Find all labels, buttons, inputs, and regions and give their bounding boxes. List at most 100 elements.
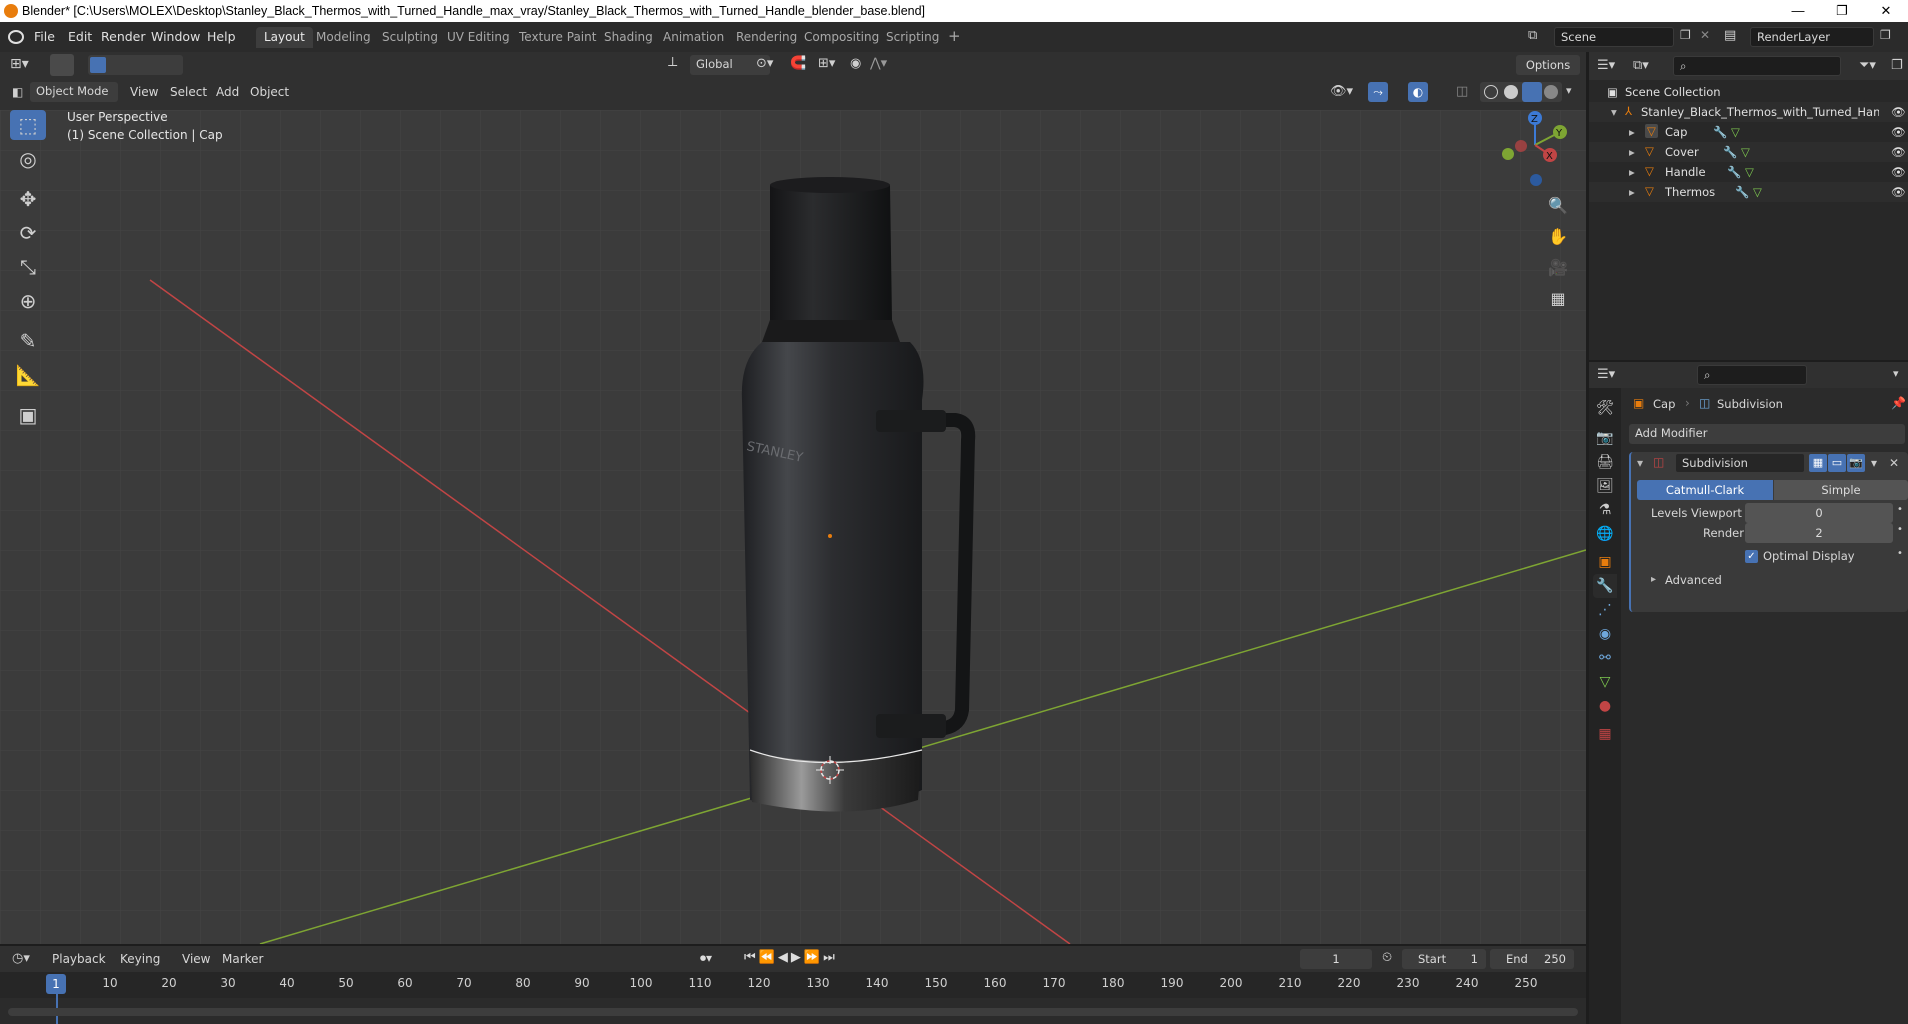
new-collection-icon[interactable]: ❐ (1891, 58, 1903, 73)
tab-texture-paint[interactable]: Texture Paint (511, 27, 604, 48)
optimal-display-checkbox[interactable]: ✓ (1745, 550, 1758, 563)
minimize-button[interactable]: — (1776, 1, 1820, 21)
outliner-row-handle[interactable]: ▸ ▽ Handle 🔧 ▽ 👁 (1589, 162, 1908, 182)
edit-mode-toggle-icon[interactable]: ▦ (1809, 454, 1827, 472)
collapse-arrow-icon[interactable]: ▾ (1637, 456, 1643, 470)
menu-window[interactable]: Window (151, 29, 200, 44)
start-frame-field[interactable]: Start 1 (1402, 949, 1486, 969)
options-dropdown[interactable]: Options (1516, 55, 1580, 75)
modifier-tab[interactable]: 🔧 (1593, 574, 1617, 598)
tab-uv-editing[interactable]: UV Editing (439, 27, 518, 48)
texture-tab[interactable]: ▦ (1593, 722, 1617, 746)
data-tab[interactable]: ▽ (1593, 670, 1617, 694)
scene-tab[interactable]: ⚗ (1593, 498, 1617, 522)
measure-tool[interactable]: 📐 (10, 360, 46, 390)
snap-target-icon[interactable]: ⊞▾ (818, 56, 835, 71)
jump-end-icon[interactable]: ⏭ (823, 950, 838, 965)
visibility-eye-icon[interactable]: 👁 (1891, 125, 1906, 139)
add-workspace-button[interactable]: + (940, 27, 969, 48)
filter-icon[interactable]: ⏷▾ (1859, 58, 1876, 73)
levels-viewport-field[interactable]: 0 (1745, 503, 1893, 523)
tab-animation[interactable]: Animation (655, 27, 732, 48)
tab-compositing[interactable]: Compositing (796, 27, 887, 48)
visibility-eye-icon[interactable]: 👁 (1891, 165, 1906, 179)
select-tool-icon[interactable] (50, 54, 74, 76)
view-layer-selector[interactable]: RenderLayer (1750, 27, 1874, 47)
view-layer-icon[interactable]: ▤ (1724, 28, 1736, 43)
wireframe-shading-icon[interactable] (1484, 85, 1498, 99)
shading-options-icon[interactable]: ▾ (1566, 84, 1572, 97)
properties-search-input[interactable]: ⌕ (1697, 365, 1807, 385)
tool-tab[interactable]: 🛠 (1593, 396, 1617, 420)
new-view-layer-icon[interactable]: ❐ (1880, 28, 1891, 42)
outliner-row-collection[interactable]: ▾ ⅄ Stanley_Black_Thermos_with_Turned_Ha… (1589, 102, 1908, 122)
play-reverse-icon[interactable]: ◀ (778, 950, 791, 965)
snap-icon[interactable]: 🧲 (790, 56, 806, 71)
modifier-menu-icon[interactable]: ▾ (1871, 456, 1877, 470)
viewport-toggle-icon[interactable]: ▭ (1828, 454, 1846, 472)
zoom-button[interactable]: 🔍 (1543, 190, 1573, 220)
keyframe-dot-icon[interactable]: • (1897, 548, 1903, 559)
timeline-ruler[interactable]: 1 (0, 972, 1586, 1024)
mesh-data-icon[interactable]: ▽ (1745, 165, 1754, 179)
prev-keyframe-icon[interactable]: ⏪ (759, 950, 778, 965)
current-frame-field[interactable]: 1 (1300, 949, 1372, 969)
advanced-subpanel-label[interactable]: Advanced (1665, 573, 1722, 587)
jump-start-icon[interactable]: ⏮ (744, 950, 759, 965)
outliner-row-cap[interactable]: ▸ ▽ Cap 🔧 ▽ 👁 (1589, 122, 1908, 142)
tab-rendering[interactable]: Rendering (728, 27, 805, 48)
keyframe-dot-icon[interactable]: • (1897, 504, 1903, 515)
material-preview-icon[interactable] (1522, 82, 1542, 102)
maximize-button[interactable]: ❐ (1820, 1, 1864, 21)
render-toggle-icon[interactable]: 📷 (1847, 454, 1865, 472)
visibility-eye-icon[interactable]: 👁 (1891, 185, 1906, 199)
set-new-selection-icon[interactable] (90, 57, 106, 73)
mesh-data-icon[interactable]: ▽ (1731, 125, 1740, 139)
expand-arrow-icon[interactable]: ▸ (1629, 185, 1635, 199)
modifier-wrench-icon[interactable]: 🔧 (1713, 125, 1727, 139)
render-tab[interactable]: 📷 (1593, 426, 1617, 450)
select-box-tool[interactable]: ⬚ (10, 110, 46, 140)
gizmo-neg-z[interactable] (1530, 174, 1542, 186)
material-tab[interactable]: ● (1593, 694, 1617, 718)
properties-editor-icon[interactable]: ☰▾ (1597, 367, 1615, 382)
xray-icon[interactable]: ◫ (1456, 84, 1468, 99)
tab-modeling[interactable]: Modeling (308, 27, 379, 48)
rotate-tool[interactable]: ⟳ (10, 218, 46, 248)
transform-tool[interactable]: ⊕ (10, 286, 46, 316)
scene-selector[interactable]: Scene (1554, 27, 1674, 47)
solid-shading-icon[interactable] (1504, 85, 1518, 99)
outliner-row-scene-collection[interactable]: ▣ Scene Collection (1589, 82, 1908, 102)
next-keyframe-icon[interactable]: ⏩ (804, 950, 823, 965)
menu-timeline-view[interactable]: View (182, 952, 210, 966)
tab-sculpting[interactable]: Sculpting (374, 27, 446, 48)
constraints-tab[interactable]: ⚯ (1593, 646, 1617, 670)
tab-shading[interactable]: Shading (596, 27, 661, 48)
physics-tab[interactable]: ◉ (1593, 622, 1617, 646)
menu-file[interactable]: File (34, 29, 55, 44)
new-scene-icon[interactable]: ❐ (1680, 28, 1691, 42)
blender-menu-icon[interactable] (8, 30, 24, 44)
pan-button[interactable]: ✋ (1543, 221, 1573, 251)
outliner-row-cover[interactable]: ▸ ▽ Cover 🔧 ▽ 👁 (1589, 142, 1908, 162)
rendered-shading-icon[interactable] (1544, 85, 1558, 99)
auto-keying-icon[interactable]: ⏺▾ (700, 951, 712, 966)
overlays-toggle-icon[interactable]: ◐ (1408, 82, 1428, 102)
close-window-button[interactable]: ✕ (1864, 1, 1908, 21)
menu-help[interactable]: Help (207, 29, 236, 44)
menu-edit[interactable]: Edit (68, 29, 92, 44)
mesh-data-icon[interactable]: ▽ (1741, 145, 1750, 159)
keyframe-dot-icon[interactable]: • (1897, 524, 1903, 535)
selection-mode-group[interactable] (88, 55, 183, 75)
view-layer-tab[interactable]: 🖼 (1593, 474, 1617, 498)
outliner-search-input[interactable]: ⌕ (1673, 56, 1841, 76)
3d-viewport[interactable]: STANLEY Z Y X User Perspective (1) Scene… (0, 110, 1586, 944)
menu-marker[interactable]: Marker (222, 952, 263, 966)
move-tool[interactable]: ✥ (10, 184, 46, 214)
render-levels-field[interactable]: 2 (1745, 523, 1893, 543)
expand-arrow-icon[interactable]: ▾ (1611, 105, 1617, 119)
annotate-tool[interactable]: ✎ (10, 326, 46, 356)
outliner-editor-icon[interactable]: ☰▾ (1597, 58, 1615, 73)
playhead-frame-indicator[interactable]: 1 (46, 974, 66, 994)
pin-icon[interactable]: 📌 (1891, 396, 1906, 410)
